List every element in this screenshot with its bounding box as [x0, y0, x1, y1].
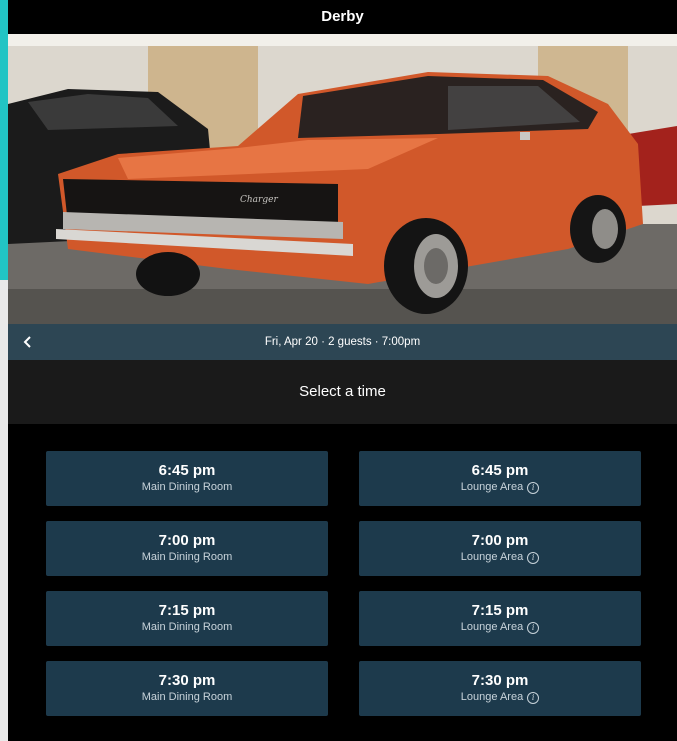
page-accent-sidebar — [0, 0, 8, 280]
slot-time: 7:15 pm — [471, 602, 529, 619]
time-slot-button[interactable]: 6:45 pm Main Dining Room — [46, 451, 328, 506]
time-slot-button[interactable]: 7:00 pm Lounge Area i — [359, 521, 641, 576]
reservation-summary-bar: Fri, Apr 20 · 2 guests · 7:00pm — [8, 324, 677, 360]
section-title: Select a time — [8, 360, 677, 424]
info-icon[interactable]: i — [527, 621, 540, 634]
restaurant-title: Derby — [8, 0, 677, 34]
time-slot-button[interactable]: 7:30 pm Main Dining Room — [46, 661, 328, 716]
slot-area: Lounge Area — [460, 551, 524, 563]
slot-area: Main Dining Room — [141, 481, 233, 493]
slot-time: 7:00 pm — [158, 532, 216, 549]
chevron-left-icon — [23, 336, 31, 348]
car-photo-illustration: Charger — [8, 34, 677, 324]
svg-text:Charger: Charger — [240, 195, 278, 205]
slot-time: 6:45 pm — [158, 462, 216, 479]
slot-time: 6:45 pm — [471, 462, 529, 479]
slot-area: Main Dining Room — [141, 551, 233, 563]
reservation-summary: Fri, Apr 20 · 2 guests · 7:00pm — [264, 336, 421, 348]
time-slot-button[interactable]: 7:30 pm Lounge Area i — [359, 661, 641, 716]
time-slot-button[interactable]: 7:00 pm Main Dining Room — [46, 521, 328, 576]
slot-time: 7:15 pm — [158, 602, 216, 619]
time-slot-button[interactable]: 6:45 pm Lounge Area i — [359, 451, 641, 506]
slot-time: 7:00 pm — [471, 532, 529, 549]
slot-area: Main Dining Room — [141, 621, 233, 633]
slot-area: Lounge Area — [460, 621, 524, 633]
reservation-widget: Derby Charger Fri, Apr 20 · 2 guests · 7… — [8, 0, 677, 741]
slot-time: 7:30 pm — [158, 672, 216, 689]
time-slot-grid: 6:45 pm Main Dining Room 6:45 pm Lounge … — [8, 424, 677, 716]
back-button[interactable] — [16, 324, 40, 360]
slot-area: Main Dining Room — [141, 691, 233, 703]
info-icon[interactable]: i — [527, 691, 540, 704]
slot-area: Lounge Area — [460, 481, 524, 493]
slot-time: 7:30 pm — [471, 672, 529, 689]
time-slot-button[interactable]: 7:15 pm Lounge Area i — [359, 591, 641, 646]
time-slot-button[interactable]: 7:15 pm Main Dining Room — [46, 591, 328, 646]
info-icon[interactable]: i — [527, 481, 540, 494]
slot-area: Lounge Area — [460, 691, 524, 703]
hero-image: Charger — [8, 34, 677, 324]
info-icon[interactable]: i — [527, 551, 540, 564]
